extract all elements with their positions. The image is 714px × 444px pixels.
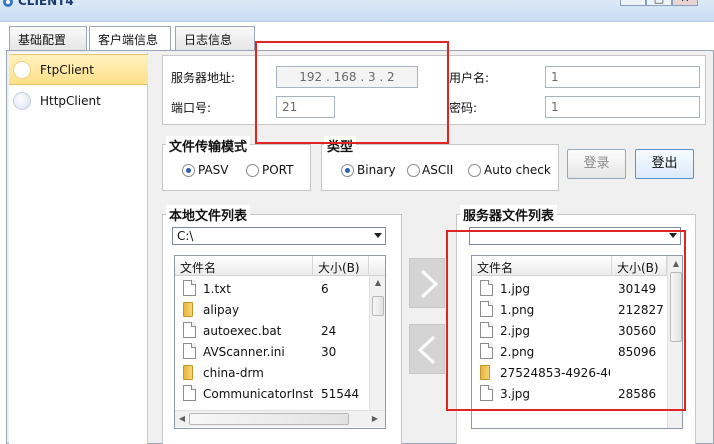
password-field[interactable]: 1 (545, 96, 700, 118)
file-size (321, 299, 373, 320)
username-label: 用户名: (449, 71, 490, 85)
app-icon (3, 0, 13, 7)
scroll-left-icon[interactable]: ◀ (177, 414, 187, 423)
title-bar: CLIENT4 — □ ✕ (0, 0, 714, 22)
annotation-box-server-files (446, 230, 686, 411)
upload-button[interactable] (409, 258, 445, 308)
client-status-icon (13, 92, 31, 110)
file-name: CommunicatorInstall... (203, 387, 313, 401)
file-name: china-drm (203, 366, 264, 380)
folder-icon (183, 365, 193, 380)
file-icon (183, 280, 196, 296)
pasv-label: PASV (198, 163, 229, 177)
maximize-button[interactable]: □ (646, 0, 672, 6)
client-item-ftp[interactable]: FtpClient (9, 54, 148, 85)
arrow-right-icon (420, 269, 439, 299)
file-name: alipay (203, 303, 240, 317)
server-files-title: 服务器文件列表 (460, 205, 558, 224)
client-item-label: FtpClient (40, 63, 94, 77)
file-name: AVScanner.ini (203, 345, 285, 359)
local-horizontal-scrollbar[interactable]: ◀ ▶ (175, 410, 385, 427)
folder-icon (183, 302, 193, 317)
server-address-label: 服务器地址: (171, 71, 236, 85)
binary-label: Binary (357, 163, 396, 177)
close-button[interactable]: ✕ (672, 0, 698, 6)
logout-button[interactable]: 登出 (635, 149, 694, 179)
file-row[interactable]: china-drm (175, 362, 369, 383)
local-drive-value: C:\ (177, 229, 194, 243)
file-icon (183, 322, 196, 338)
port-radio[interactable] (246, 164, 259, 177)
file-size: 51544 (321, 387, 360, 401)
file-row[interactable]: AVScanner.ini 30 (175, 341, 369, 362)
password-label: 密码: (449, 101, 478, 115)
local-drive-select[interactable]: C:\ (172, 227, 386, 245)
annotation-box-server (255, 41, 449, 144)
arrow-left-icon (417, 335, 436, 365)
local-vertical-scrollbar[interactable]: ▲ (369, 276, 385, 413)
local-col-size[interactable]: 大小(B) (313, 256, 369, 276)
local-list-header: 文件名 大小(B) (175, 256, 385, 276)
port-mode-label: PORT (262, 163, 294, 177)
file-name: autoexec.bat (203, 324, 282, 338)
local-hscroll-thumb[interactable] (189, 413, 349, 425)
local-files-title: 本地文件列表 (166, 205, 251, 224)
file-row[interactable]: CommunicatorInstall... 51544 (175, 383, 369, 404)
file-size: 6 (321, 282, 329, 296)
local-scroll-thumb[interactable] (372, 296, 384, 316)
scroll-right-icon[interactable]: ▶ (370, 414, 380, 423)
binary-radio[interactable] (341, 164, 354, 177)
port-label: 端口号: (171, 101, 212, 115)
file-row[interactable]: autoexec.bat 24 (175, 320, 369, 341)
client-item-label: HttpClient (40, 94, 101, 108)
file-row[interactable]: alipay (175, 299, 369, 320)
client-status-icon (13, 61, 31, 79)
file-size: 30 (321, 345, 337, 359)
file-icon (183, 385, 196, 401)
transfer-mode-title: 文件传输模式 (166, 136, 251, 155)
login-button[interactable]: 登录 (567, 149, 626, 179)
pasv-radio[interactable] (182, 164, 195, 177)
file-name: 1.txt (203, 282, 231, 296)
file-size (321, 362, 373, 383)
tab-client-info[interactable]: 客户端信息 (89, 26, 171, 51)
download-button[interactable] (409, 324, 445, 374)
client-item-http[interactable]: HttpClient (9, 86, 148, 117)
local-file-list[interactable]: 文件名 大小(B) 1.txt 6 alipay autoexec.bat 24 AVSc… (174, 255, 386, 429)
tab-basic-config[interactable]: 基础配置 (9, 26, 87, 50)
auto-check-label: Auto check (484, 163, 551, 177)
file-size: 24 (321, 324, 337, 338)
ascii-label: ASCII (422, 163, 454, 177)
file-row[interactable]: 1.txt 6 (175, 278, 369, 299)
tab-log-info[interactable]: 日志信息 (175, 26, 255, 50)
minimize-button[interactable]: — (620, 0, 646, 6)
file-icon (183, 343, 196, 359)
ascii-radio[interactable] (407, 164, 420, 177)
window-title: CLIENT4 (18, 0, 74, 8)
chevron-down-icon (374, 233, 382, 238)
local-col-name[interactable]: 文件名 (175, 256, 313, 276)
username-field[interactable]: 1 (545, 66, 700, 88)
scroll-up-icon[interactable]: ▲ (370, 278, 385, 287)
auto-check-radio[interactable] (468, 164, 481, 177)
